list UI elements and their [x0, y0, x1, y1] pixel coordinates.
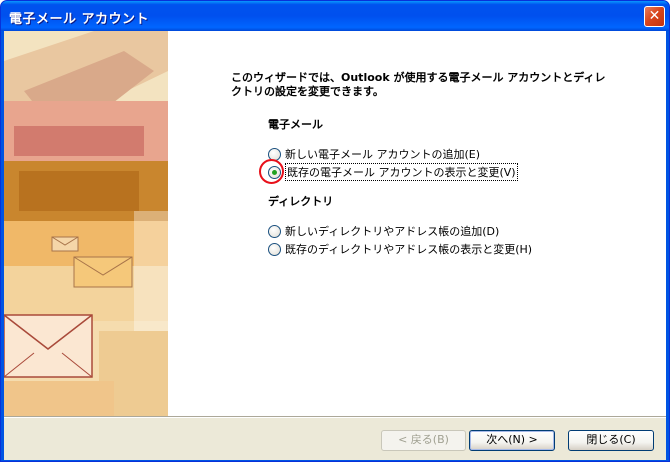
- wizard-page: このウィザードでは、Outlook が使用する電子メール アカウントとディレ ク…: [4, 31, 666, 416]
- radio-view-change-email-accounts[interactable]: 既存の電子メール アカウントの表示と変更(V): [268, 163, 518, 181]
- radio-label: 新しいディレクトリやアドレス帳の追加(D): [285, 225, 500, 238]
- intro-line-1: このウィザードでは、Outlook が使用する電子メール アカウントとディレ: [231, 71, 606, 84]
- title-bar[interactable]: 電子メール アカウント ✕: [1, 1, 669, 31]
- email-section-label: 電子メール: [268, 118, 323, 131]
- intro-text: このウィザードでは、Outlook が使用する電子メール アカウントとディレ ク…: [231, 71, 631, 99]
- wizard-side-illustration: [4, 31, 168, 416]
- wizard-window: 電子メール アカウント ✕ このウィザードでは、Outlook が使用する電子メ…: [0, 0, 670, 462]
- radio-button[interactable]: [268, 224, 281, 238]
- intro-line-2: クトリの設定を変更できます。: [231, 85, 384, 98]
- radio-view-change-directories[interactable]: 既存のディレクトリやアドレス帳の表示と変更(H): [268, 241, 532, 257]
- footer-divider: [4, 416, 666, 418]
- radio-new-email-account[interactable]: 新しい電子メール アカウントの追加(E): [268, 146, 480, 162]
- highlight-circle: [259, 159, 284, 184]
- close-icon[interactable]: ✕: [644, 6, 665, 27]
- directory-section-label: ディレクトリ: [268, 195, 334, 208]
- back-button[interactable]: < 戻る(B): [381, 430, 466, 451]
- radio-label: 新しい電子メール アカウントの追加(E): [285, 148, 481, 161]
- radio-label: 既存のディレクトリやアドレス帳の表示と変更(H): [285, 243, 533, 256]
- window-title: 電子メール アカウント: [9, 12, 150, 27]
- close-button[interactable]: 閉じる(C): [568, 430, 654, 451]
- next-button[interactable]: 次へ(N) >: [469, 430, 555, 451]
- radio-button[interactable]: [268, 242, 281, 256]
- dialog-client: このウィザードでは、Outlook が使用する電子メール アカウントとディレ ク…: [4, 31, 666, 460]
- radio-new-directory[interactable]: 新しいディレクトリやアドレス帳の追加(D): [268, 223, 499, 239]
- radio-label: 既存の電子メール アカウントの表示と変更(V): [285, 163, 518, 181]
